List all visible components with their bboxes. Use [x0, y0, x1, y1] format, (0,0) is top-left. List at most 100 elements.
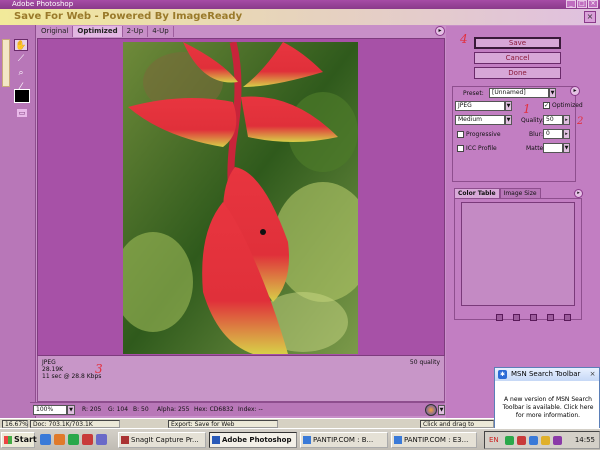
color-table-menu-icon[interactable]: ▸: [574, 189, 583, 198]
status-hint: Click and drag to: [420, 420, 494, 428]
pixel-hex: Hex: CD6832: [194, 406, 234, 413]
matte-select[interactable]: [543, 143, 563, 153]
msn-notification[interactable]: ✱ MSN Search Toolbar × A new version of …: [494, 367, 600, 430]
format-chevron-icon[interactable]: ▼: [505, 101, 512, 111]
compression-chevron-icon[interactable]: ▼: [505, 115, 512, 125]
matte-chevron-icon[interactable]: ▼: [563, 143, 570, 153]
messenger-icon[interactable]: [68, 434, 79, 445]
doc-zoom: 16.67%: [2, 420, 28, 428]
zoom-select[interactable]: 100%: [33, 405, 67, 415]
done-button[interactable]: Done: [474, 67, 561, 79]
info-download-time: 11 sec @ 28.8 Kbps: [42, 373, 102, 380]
toggle-slices-icon[interactable]: ▭: [17, 109, 27, 117]
tab-image-size[interactable]: Image Size: [499, 188, 541, 198]
optimization-settings: Preset: [Unnamed] ▼ JPEG ▼ 1 ✓ Optimized…: [452, 86, 583, 182]
task-pantip-1[interactable]: PANTIP.COM : B...: [300, 432, 388, 448]
quality-label: Quality:: [521, 117, 545, 124]
task-pantip-2[interactable]: PANTIP.COM : E3...: [391, 432, 477, 448]
zoom-icon[interactable]: ⌕: [14, 67, 28, 79]
tray-network-icon[interactable]: [529, 436, 538, 445]
app-title-bar: Adobe Photoshop: [0, 0, 600, 9]
dialog-close-button[interactable]: ×: [584, 11, 596, 23]
icc-profile-checkbox[interactable]: [457, 145, 464, 152]
maximize-button[interactable]: □: [577, 0, 587, 8]
preview-in-browser-icon[interactable]: [425, 404, 437, 416]
tab-original[interactable]: Original: [37, 26, 74, 37]
browser-icon: [394, 436, 402, 444]
windows-logo-icon: [4, 436, 12, 444]
progressive-checkbox[interactable]: [457, 131, 464, 138]
quality-input[interactable]: 50: [543, 115, 563, 125]
settings-panel: 4 Save Cancel Done Preset: [Unnamed] ▼ J…: [446, 26, 600, 422]
info-format: JPEG: [42, 359, 56, 366]
tray-antivirus-icon[interactable]: [517, 436, 526, 445]
view-menu-icon[interactable]: ▸: [435, 26, 445, 36]
icc-profile-label: ICC Profile: [466, 145, 497, 152]
close-icon[interactable]: ×: [588, 370, 597, 379]
msn-notification-message[interactable]: A new version of MSN Search Toolbar is a…: [499, 396, 597, 420]
annotation-2: 2: [577, 116, 584, 127]
optimized-checkbox[interactable]: ✓: [543, 102, 550, 109]
lock-color-icon[interactable]: [513, 314, 520, 321]
preset-chevron-icon[interactable]: ▼: [549, 88, 556, 98]
eyedropper-color-swatch[interactable]: [14, 89, 30, 103]
pixel-info-bar: 100% ▼ R: 205 G: 104 B: 50 Alpha: 255 He…: [30, 402, 445, 416]
pixel-index: Index: --: [238, 406, 263, 413]
format-select[interactable]: JPEG: [455, 101, 505, 111]
shift-color-icon[interactable]: [547, 314, 554, 321]
cancel-button[interactable]: Cancel: [474, 52, 561, 64]
tray-messenger-icon[interactable]: [505, 436, 514, 445]
blur-slider-arrow-icon[interactable]: ▸: [563, 129, 570, 139]
task-label: PANTIP.COM : B...: [313, 436, 374, 444]
tab-4-up[interactable]: 4-Up: [148, 26, 174, 37]
preset-label: Preset:: [463, 90, 484, 97]
new-color-icon[interactable]: [530, 314, 537, 321]
quality-slider-arrow-icon[interactable]: ▸: [563, 115, 570, 125]
pixel-b: B: 50: [133, 406, 149, 413]
tab-optimized[interactable]: Optimized: [73, 26, 123, 37]
show-desktop-icon[interactable]: [96, 434, 107, 445]
optimization-info: JPEG 28.19K 11 sec @ 28.8 Kbps 50 qualit…: [37, 356, 445, 402]
tray-volume-icon[interactable]: [541, 436, 550, 445]
language-indicator[interactable]: EN: [489, 436, 499, 444]
info-quality: 50 quality: [409, 359, 440, 366]
minimize-button[interactable]: _: [566, 0, 576, 8]
tray-app-icon[interactable]: [553, 436, 562, 445]
app-title: Adobe Photoshop: [12, 0, 74, 8]
save-button[interactable]: Save: [474, 37, 561, 49]
tab-2-up[interactable]: 2-Up: [123, 26, 149, 37]
photoshop-icon: [212, 436, 220, 444]
color-table-actions: [496, 314, 571, 321]
preset-select[interactable]: [Unnamed]: [489, 88, 549, 98]
start-label: Start: [14, 435, 37, 444]
close-window-button[interactable]: ×: [588, 0, 598, 8]
task-photoshop[interactable]: Adobe Photoshop: [209, 432, 297, 448]
internet-explorer-icon[interactable]: [40, 434, 51, 445]
tab-color-table[interactable]: Color Table: [454, 188, 500, 198]
annotation-4: 4: [460, 32, 468, 46]
browser-menu-chevron-icon[interactable]: ▼: [438, 405, 445, 415]
msn-butterfly-icon: ✱: [498, 370, 507, 379]
toolbox: ✋ ⟋ ⌕ ⁄ ▭: [0, 25, 36, 422]
optimized-image[interactable]: [123, 42, 358, 354]
hand-icon[interactable]: ✋: [14, 39, 28, 51]
quicklaunch-app-icon[interactable]: [82, 434, 93, 445]
start-button[interactable]: Start: [1, 432, 37, 448]
pixel-g: G: 104: [108, 406, 129, 413]
blur-input[interactable]: 0: [543, 129, 563, 139]
firefox-icon[interactable]: [54, 434, 65, 445]
color-table-swatches[interactable]: [461, 202, 575, 306]
chevron-down-icon[interactable]: ▼: [67, 405, 75, 415]
task-label: SnagIt Capture Pr...: [131, 436, 199, 444]
compression-select[interactable]: Medium: [455, 115, 505, 125]
windows-taskbar: Start SnagIt Capture Pr... Adobe Photosh…: [0, 428, 600, 450]
task-snagit[interactable]: SnagIt Capture Pr...: [118, 432, 206, 448]
web-snap-icon[interactable]: [496, 314, 503, 321]
task-label: PANTIP.COM : E3...: [404, 436, 469, 444]
slice-select-icon[interactable]: ⟋: [14, 53, 28, 65]
browser-icon: [303, 436, 311, 444]
heliconia-photo: [123, 42, 358, 354]
snagit-icon: [121, 436, 129, 444]
trash-icon[interactable]: [564, 314, 571, 321]
settings-menu-icon[interactable]: ▸: [570, 86, 580, 96]
